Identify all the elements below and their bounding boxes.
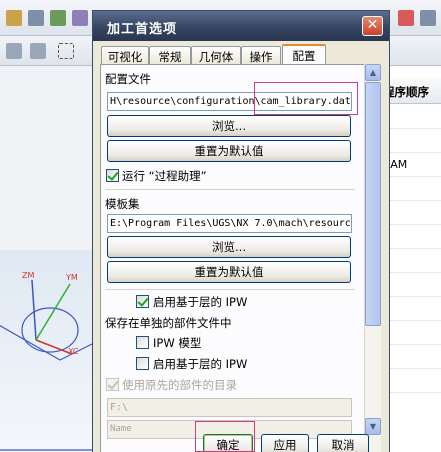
ipw-model-checkbox[interactable] [136,336,149,349]
close-button[interactable]: ✕ [362,16,383,36]
dialog-titlebar[interactable]: 加工首选项 ✕ [93,11,389,41]
config-reset-button[interactable]: 重置为默认值 [107,140,351,162]
background-3d-view: ZM YM XC [0,250,101,452]
configuration-panel: 配置文件 H\resource\configuration\cam_librar… [100,64,378,452]
config-browse-button[interactable]: 浏览... [107,115,351,137]
z-axis [31,279,37,341]
tab-visualization[interactable]: 可视化 [101,46,149,64]
axis-label-zm: ZM [22,271,34,280]
template-set-label: 模板集 [105,197,140,211]
template-browse-button[interactable]: 浏览... [107,236,351,258]
part-outline [0,325,101,451]
list-item[interactable] [381,273,441,297]
chevron-up-icon: ▲ [369,68,377,77]
close-icon: ✕ [366,17,379,33]
apply-button[interactable]: 应用 [261,434,309,452]
select-box-icon[interactable] [58,43,74,59]
section-divider [105,289,355,290]
use-original-dir-checkbox[interactable] [106,378,119,391]
dialog-title: 加工首选项 [107,22,178,37]
section-divider [105,189,355,190]
toolbar-icon[interactable] [6,10,22,26]
use-original-dir-label: 使用原先的部件的目录 [122,378,237,392]
run-assistant-label: 运行 “过程助理” [122,169,207,183]
layer-ipw2-label: 启用基于层的 IPW [153,357,248,371]
tab-general[interactable]: 常规 [149,46,191,64]
screenshot-root: ZM YM XC 程序顺序 RAM 加工首选项 ✕ 可视化 常规 几何体 操作 … [0,0,441,452]
toolbar-icon[interactable] [6,43,22,59]
axis-label-xc: XC [68,347,79,356]
list-item[interactable] [381,321,441,345]
ipw-model-label: IPW 模型 [153,336,202,350]
toolbar-icon[interactable] [28,10,44,26]
machining-preferences-dialog: 加工首选项 ✕ 可视化 常规 几何体 操作 配置 配置文件 H\resource… [92,10,390,452]
save-separate-label: 保存在单独的部件文件中 [105,316,232,330]
directory-field[interactable]: F:\ [107,398,352,417]
config-file-label: 配置文件 [105,72,151,86]
tab-geometry[interactable]: 几何体 [191,46,241,64]
toolbar-icon[interactable] [398,10,414,26]
list-item[interactable] [381,225,441,249]
toolbar-icon[interactable] [50,10,66,26]
layer-ipw-label: 启用基于层的 IPW [153,295,248,309]
list-item[interactable] [381,201,441,225]
list-item[interactable] [381,129,441,153]
cancel-button[interactable]: 取消 [317,434,369,452]
toolbar-icon[interactable] [420,10,436,26]
list-item[interactable] [381,369,441,393]
scroll-up-button[interactable]: ▲ [365,64,381,81]
highlight-ok-button [195,421,255,452]
axis-label-ym: YM [65,273,78,282]
scroll-down-button[interactable]: ▼ [365,418,381,435]
program-order-header[interactable]: 程序顺序 [381,78,441,104]
layer-ipw-checkbox[interactable] [136,295,149,308]
wcs-axes-graphic: ZM YM XC [0,271,101,451]
list-item[interactable] [381,249,441,273]
toolbar-icon[interactable] [30,43,46,59]
list-item[interactable]: RAM [381,153,441,177]
list-item[interactable] [381,297,441,321]
tab-configuration[interactable]: 配置 [282,44,326,65]
list-item[interactable] [381,105,441,129]
list-item[interactable] [381,345,441,369]
template-set-field[interactable]: E:\Program Files\UGS\NX 7.0\mach\resourc [107,214,352,233]
layer-ipw2-checkbox[interactable] [136,357,149,370]
list-item[interactable] [381,177,441,201]
panel-scrollbar[interactable]: ▲ ▼ [364,64,381,452]
toolbar-icon[interactable] [72,10,88,26]
template-reset-button[interactable]: 重置为默认值 [107,261,351,283]
run-assistant-checkbox[interactable] [106,169,119,182]
chevron-down-icon: ▼ [369,422,377,431]
tab-operation[interactable]: 操作 [241,46,281,64]
scroll-thumb[interactable] [365,82,381,326]
highlight-config-filename [254,82,358,115]
y-axis [35,283,71,341]
